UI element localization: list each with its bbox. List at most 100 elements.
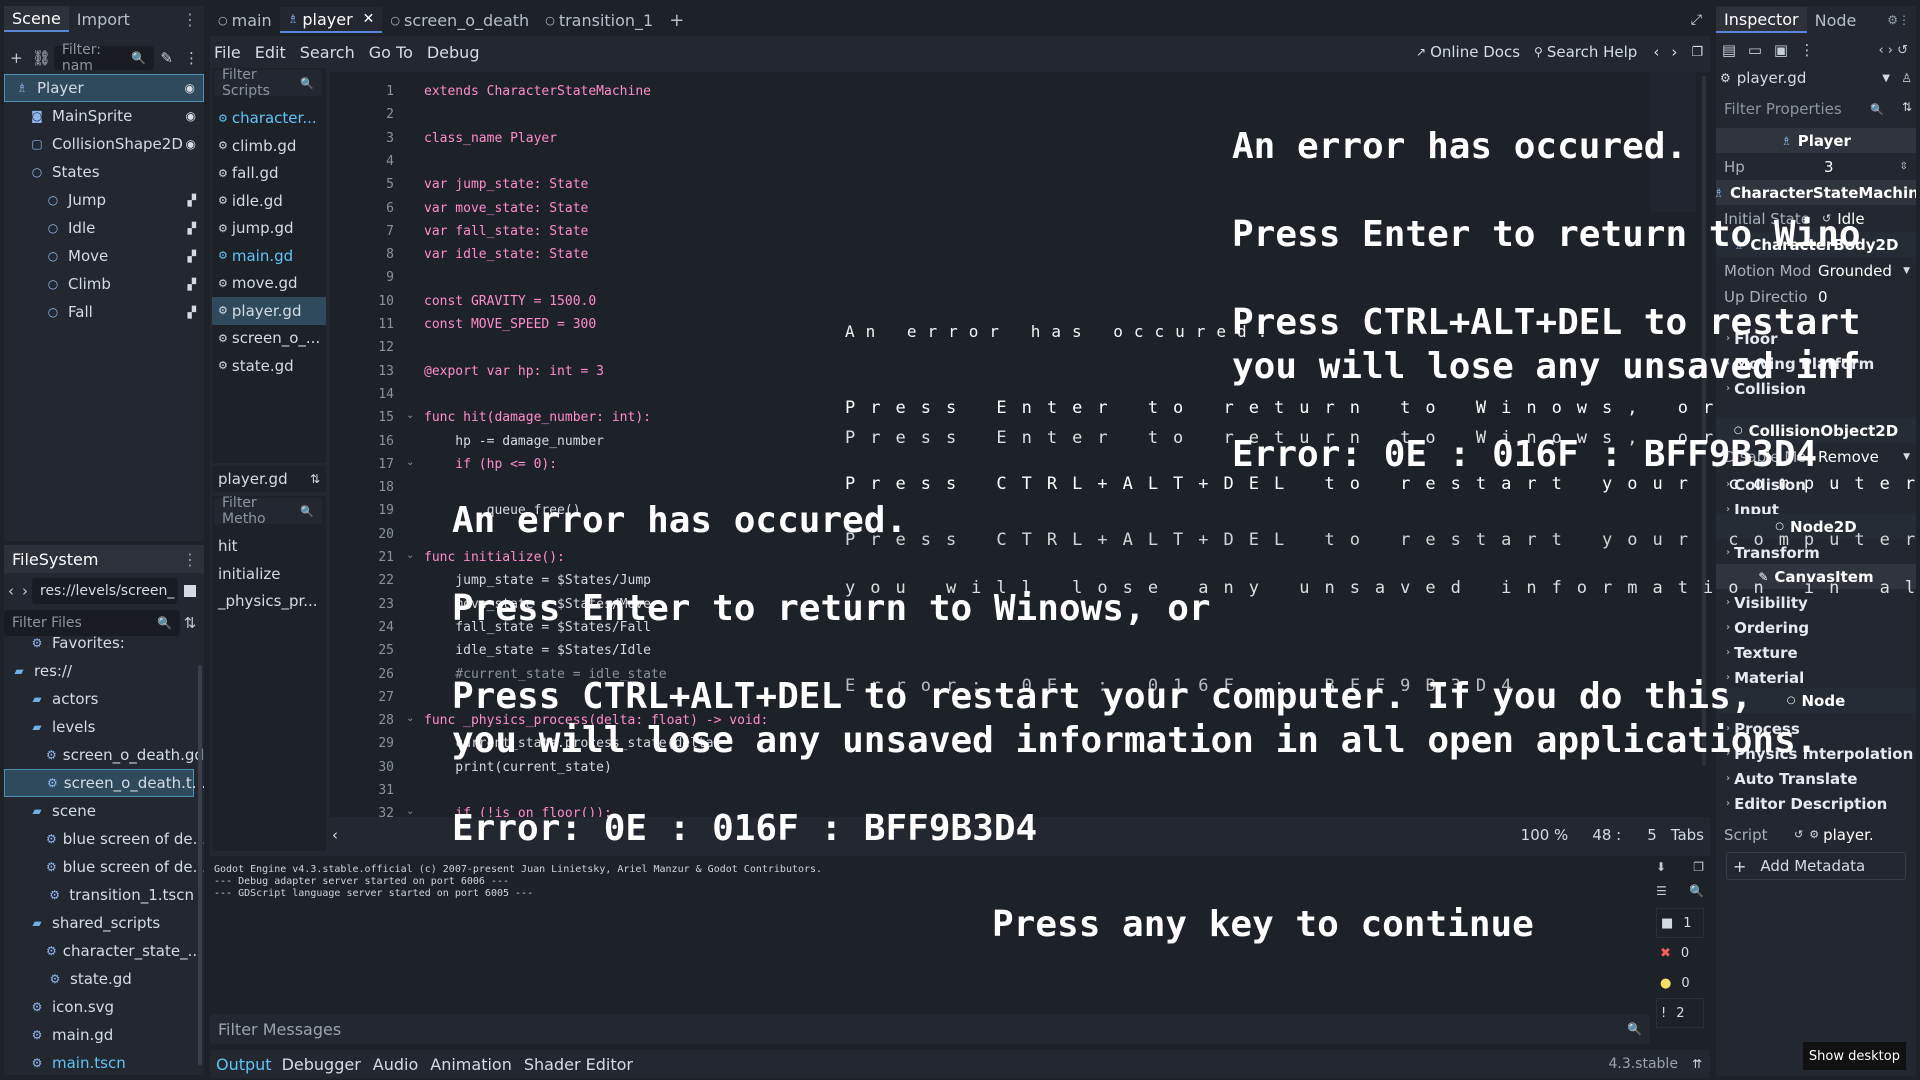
dock-menu-icon[interactable]: ⚙⋮ [1887, 13, 1910, 27]
forward-icon[interactable]: › [18, 578, 32, 604]
inspector-section[interactable]: › Collision [1716, 376, 1916, 401]
script-value[interactable]: player. [1823, 826, 1874, 844]
inspector-section[interactable]: › Ordering [1716, 615, 1916, 640]
stepper-icon[interactable]: ⇳ [1900, 161, 1908, 172]
code-line[interactable]: current_state.process_state(delta) [424, 736, 721, 751]
copy-icon[interactable]: ❐ [1693, 860, 1704, 884]
class-header-node[interactable]: ○ Node [1716, 688, 1916, 713]
filesystem-item[interactable]: ⚙ Favorites: [4, 629, 194, 657]
class-header-state-machine[interactable]: ♗ CharacterStateMachin [1716, 180, 1916, 205]
menu-goto[interactable]: Go To [369, 43, 413, 62]
script-list-item[interactable]: ⚙ state.gd [212, 352, 326, 380]
tab-scene[interactable]: Scene [4, 6, 69, 32]
inspector-section[interactable]: › Editor Description [1716, 791, 1916, 816]
visibility-icon[interactable]: ◉ [186, 137, 196, 151]
filter-script-icon[interactable]: ✎ [154, 45, 179, 71]
fold-arrow-icon[interactable]: ⌄ [406, 713, 414, 724]
open-folder-icon[interactable]: ▭ [1742, 37, 1768, 63]
code-view[interactable]: 1 extends CharacterStateMachine 2 3 class_na… [330, 72, 1710, 817]
filesystem-item[interactable]: ▰ scene [4, 797, 194, 825]
visibility-icon[interactable]: ◉ [186, 109, 196, 123]
filesystem-item[interactable]: ⚙ icon.svg [4, 993, 194, 1021]
filesystem-item[interactable]: ▰ shared_scripts [4, 909, 194, 937]
inspector-section[interactable]: › Collision [1716, 472, 1916, 497]
fold-arrow-icon[interactable]: ⌄ [406, 550, 414, 561]
menu-search[interactable]: Search [300, 43, 355, 62]
scene-tree-item[interactable]: ♗ Player ◉ [4, 74, 204, 102]
method-list-item[interactable]: hit [212, 532, 326, 560]
code-line[interactable]: var idle_state: State [424, 247, 588, 262]
scene-tree-item[interactable]: ○ Fall ▞ [4, 298, 204, 326]
filesystem-item[interactable]: ⚙ main.gd [4, 1021, 194, 1049]
scene-tree-item[interactable]: ○ Idle ▞ [4, 214, 204, 242]
scene-tree-item[interactable]: ○ Climb ▞ [4, 270, 204, 298]
minimap[interactable] [1650, 72, 1696, 212]
script-list-item[interactable]: ⚙ character... [212, 104, 326, 132]
code-line[interactable]: move_state = $States/Move [424, 597, 651, 612]
sort-icon[interactable]: ⇅ [1902, 100, 1912, 114]
add-metadata-button[interactable]: + Add Metadata [1726, 852, 1906, 880]
chevron-down-icon[interactable]: ▼ [1903, 266, 1910, 276]
tab-shader-editor[interactable]: Shader Editor [524, 1055, 633, 1074]
method-list-item[interactable]: initialize [212, 560, 326, 588]
script-list-item[interactable]: ⚙ move.gd [212, 269, 326, 297]
code-line[interactable]: class_name Player [424, 131, 557, 146]
filesystem-item[interactable]: ⚙ screen_o_death.gd [4, 741, 204, 769]
reset-icon[interactable]: ↺ [1822, 212, 1831, 225]
filesystem-item[interactable]: ⚙ blue screen of de... [4, 825, 204, 853]
motion-mode-value[interactable]: Grounded [1818, 262, 1892, 280]
indentation-mode[interactable]: Tabs [1671, 826, 1704, 844]
initial-state-value[interactable]: Idle [1837, 210, 1864, 228]
inspector-section[interactable]: › Process [1716, 716, 1916, 741]
code-line[interactable]: idle_state = $States/Idle [424, 643, 651, 658]
script-icon[interactable]: ▞ [188, 250, 196, 263]
code-line[interactable]: queue_free() [424, 503, 581, 518]
next-icon[interactable]: › [1671, 43, 1677, 61]
filesystem-item[interactable]: ▰ levels [4, 713, 194, 741]
filesystem-item[interactable]: ▰ res:// [4, 657, 194, 685]
menu-icon[interactable]: ⋮ [1794, 37, 1820, 63]
tab-audio[interactable]: Audio [373, 1055, 418, 1074]
scene-tree-item[interactable]: ○ States [4, 158, 204, 186]
disable-mode-value[interactable]: Remove [1818, 448, 1879, 466]
scene-tree-item[interactable]: ◙ MainSprite ◉ [4, 102, 204, 130]
filesystem-item[interactable]: ⚙ transition_1.tscn [4, 881, 194, 909]
filesystem-item[interactable]: ⚙ blue screen of de... [4, 853, 204, 881]
code-line[interactable]: if (hp <= 0): [424, 457, 557, 472]
script-icon[interactable]: ▞ [188, 278, 196, 291]
up-direction-value[interactable]: 0 [1818, 288, 1828, 306]
class-header-node2d[interactable]: ○ Node2D [1716, 514, 1916, 539]
code-line[interactable]: func hit(damage_number: int): [424, 410, 651, 425]
float-window-icon[interactable]: ❐ [1691, 45, 1703, 60]
scrollbar[interactable] [198, 665, 202, 1065]
search-help-link[interactable]: Search Help [1547, 43, 1638, 61]
script-icon[interactable]: ▞ [188, 306, 196, 319]
code-line[interactable]: func initialize(): [424, 550, 565, 565]
new-resource-icon[interactable]: ▤ [1716, 37, 1742, 63]
chevron-down-icon[interactable]: ▼ [1882, 73, 1890, 84]
script-list-item[interactable]: ⚙ screen_o_... [212, 324, 326, 352]
script-list-item[interactable]: ⚙ player.gd [212, 296, 326, 325]
code-line[interactable]: const GRAVITY = 1500.0 [424, 294, 596, 309]
inspector-section[interactable]: › Material [1716, 665, 1916, 690]
resource-selector[interactable]: player.gd [1737, 69, 1807, 87]
script-list-item[interactable]: ⚙ fall.gd [212, 159, 326, 187]
menu-file[interactable]: File [214, 43, 241, 62]
inspector-section[interactable]: › Visibility [1716, 590, 1916, 615]
code-line[interactable]: var fall_state: State [424, 224, 588, 239]
filter-messages-input[interactable]: Filter Messages 🔍 [210, 1014, 1650, 1044]
toggle-scripts-icon[interactable]: ‹ [332, 826, 338, 844]
pin-panel-icon[interactable]: ⇈ [1692, 1057, 1702, 1071]
zoom-level[interactable]: 100 % [1521, 826, 1569, 844]
menu-edit[interactable]: Edit [255, 43, 286, 62]
tab-node[interactable]: Node [1807, 7, 1865, 33]
save-icon[interactable]: ▣ [1768, 37, 1794, 63]
script-icon[interactable]: ▞ [188, 194, 196, 207]
menu-debug[interactable]: Debug [427, 43, 480, 62]
code-line[interactable]: fall_state = $States/Fall [424, 620, 651, 635]
code-line[interactable]: var move_state: State [424, 201, 588, 216]
code-line[interactable]: const MOVE_SPEED = 300 [424, 317, 596, 332]
inspector-section[interactable]: › Texture [1716, 640, 1916, 665]
search-icon[interactable]: 🔍 [1689, 884, 1704, 908]
code-scrollbar[interactable] [1702, 76, 1706, 766]
